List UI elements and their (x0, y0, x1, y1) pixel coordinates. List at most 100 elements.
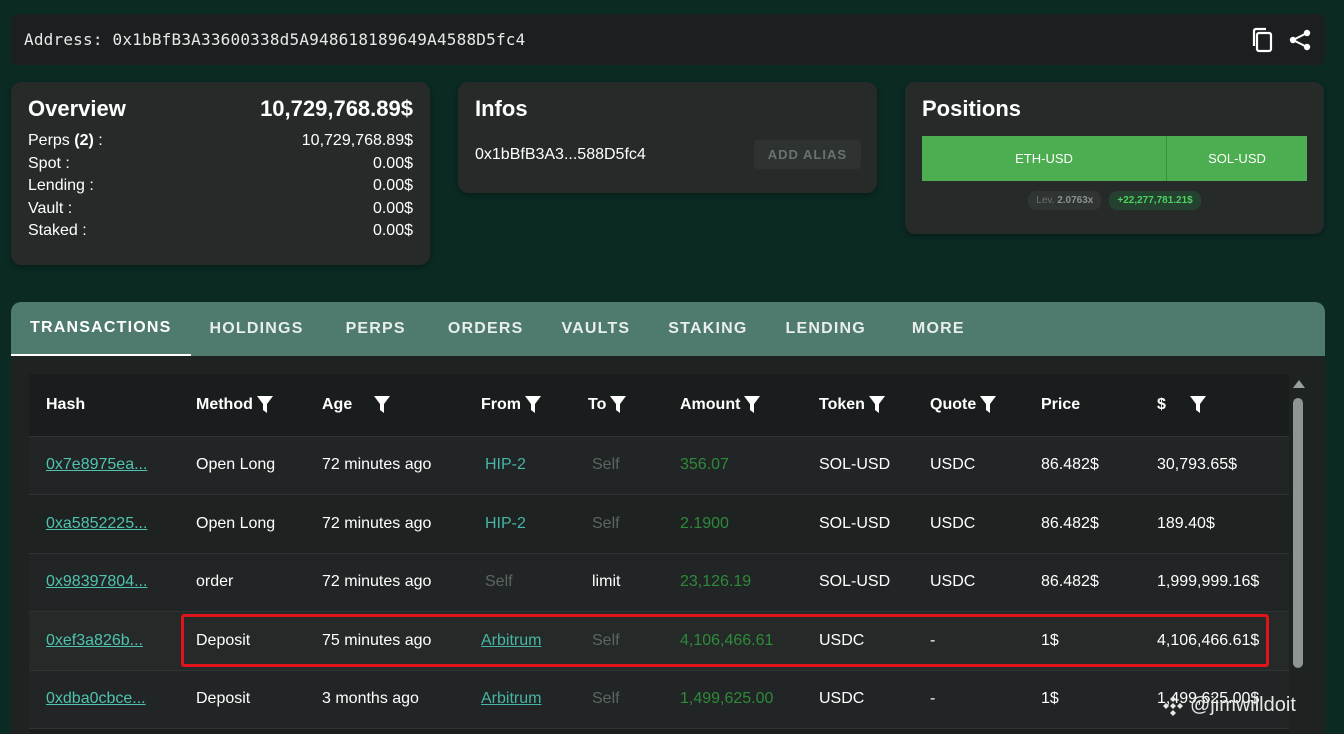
column-label: From (481, 395, 521, 413)
tx-token: USDC (819, 631, 865, 649)
tx-token: SOL-USD (819, 573, 891, 591)
tx-from[interactable]: HIP-2 (464, 436, 571, 495)
col-amount: Amount (663, 374, 802, 437)
tab-vaults[interactable]: VAULTS (542, 302, 649, 356)
overview-row-lending: Lending : 0.00$ (28, 175, 413, 198)
filter-icon[interactable] (868, 395, 885, 414)
tab-staking[interactable]: STAKING (649, 302, 766, 356)
tx-age: 3 months ago (322, 690, 419, 708)
tx-hash-link[interactable]: 0xef3a826b... (29, 612, 179, 671)
overview-total: 10,729,768.89$ (260, 96, 413, 121)
tx-price: 86.482$ (1041, 456, 1099, 474)
overview-row-label: Vault : (28, 199, 73, 217)
tx-price: 86.482$ (1041, 573, 1099, 591)
tx-method: Deposit (196, 631, 251, 649)
filter-icon[interactable] (610, 395, 627, 414)
overview-row-value: 0.00$ (372, 222, 413, 239)
copy-icon[interactable] (1250, 27, 1274, 53)
filter-icon[interactable] (525, 395, 541, 414)
position-segment-sol[interactable]: SOL-USD (1167, 136, 1307, 181)
table-row[interactable]: 0xa5852225... Open Long 72 minutes ago H… (29, 494, 1289, 554)
short-address: 0x1bBfB3A3...588D5fc4 (475, 145, 646, 163)
table-row[interactable]: 0xdba0cbce... Deposit 3 months ago Arbit… (29, 670, 1289, 729)
col-hash: Hash (29, 374, 179, 437)
tx-to: Self (592, 514, 620, 532)
tx-hash-link[interactable]: 0xdba0cbce... (29, 670, 179, 729)
overview-row-staked: Staked : 0.00$ (28, 220, 413, 243)
tx-method: Open Long (196, 456, 276, 474)
tx-quote: - (930, 690, 936, 708)
tx-to: limit (592, 573, 621, 591)
col-price: Price (1024, 374, 1140, 437)
tx-from[interactable]: Arbitrum (464, 670, 571, 729)
tx-hash-link[interactable]: 0x7e8975ea... (29, 436, 179, 495)
tab-orders[interactable]: ORDERS (427, 302, 543, 356)
column-label: Amount (680, 395, 741, 413)
overview-row-perps: Perps (2) : 10,729,768.89$ (28, 130, 413, 153)
overview-row-value: 0.00$ (372, 154, 413, 172)
col-token: Token (802, 374, 913, 437)
column-label: Method (196, 395, 253, 413)
column-label: Hash (46, 395, 86, 413)
tx-age: 75 minutes ago (322, 631, 432, 649)
tx-to: Self (592, 690, 620, 708)
tx-quote: USDC (930, 573, 976, 591)
add-alias-button[interactable]: ADD ALIAS (753, 140, 861, 169)
address-bar: Address: 0x1bBfB3A33600338d5A94861818964… (11, 14, 1325, 65)
tx-token: SOL-USD (819, 514, 891, 532)
tx-quote: USDC (930, 456, 976, 474)
overview-row-value: 0.00$ (372, 199, 413, 217)
tx-usd: 4,106,466.61$ (1157, 631, 1260, 649)
tx-usd: 189.40$ (1157, 514, 1215, 532)
table-row[interactable]: 0xef3a826b... Deposit 75 minutes ago Arb… (29, 611, 1289, 671)
tx-quote: - (930, 631, 936, 649)
tx-amount: 356.07 (680, 456, 729, 474)
table-scrollbar[interactable] (1291, 374, 1305, 734)
position-segment-eth[interactable]: ETH-USD (922, 136, 1167, 181)
tx-amount: 4,106,466.61 (680, 631, 774, 649)
overview-row-vault: Vault : 0.00$ (28, 198, 413, 221)
tab-lending[interactable]: LENDING (767, 302, 885, 356)
overview-row-value: 0.00$ (372, 177, 413, 194)
filter-icon[interactable] (1189, 395, 1206, 414)
address-label: Address: 0x1bBfB3A33600338d5A94861818964… (24, 30, 526, 49)
column-label: Quote (930, 395, 977, 413)
leverage-value: 2.0763x (1057, 195, 1094, 206)
infos-card: Infos 0x1bBfB3A3...588D5fc4 ADD ALIAS (458, 82, 877, 193)
tab-transactions[interactable]: TRANSACTIONS (11, 302, 191, 356)
perps-count: (2) (74, 132, 94, 149)
scroll-thumb[interactable] (1293, 398, 1303, 668)
overview-row-value: 10,729,768.89$ (301, 132, 413, 149)
positions-card: Positions ETH-USD SOL-USD Lev. 2.0763x +… (905, 82, 1324, 234)
tx-from[interactable]: HIP-2 (464, 495, 571, 554)
column-label: Token (819, 395, 865, 413)
tx-from[interactable]: Arbitrum (464, 612, 571, 671)
filter-icon[interactable] (256, 395, 273, 414)
share-icon[interactable] (1288, 28, 1312, 52)
tx-to: Self (592, 631, 620, 649)
col-usd: $ (1140, 374, 1289, 437)
tab-holdings[interactable]: HOLDINGS (191, 302, 325, 356)
filter-icon[interactable] (744, 395, 761, 414)
table-row[interactable]: 0x98397804... order 72 minutes ago Self … (29, 553, 1289, 612)
tx-token: SOL-USD (819, 456, 891, 474)
col-method: Method (179, 374, 305, 437)
column-label: $ (1157, 395, 1166, 413)
watermark-logo-icon (1163, 695, 1183, 716)
tx-hash-link[interactable]: 0xa5852225... (29, 495, 179, 554)
tx-price: 86.482$ (1041, 514, 1099, 532)
table-row[interactable]: 0x7e8975ea... Open Long 72 minutes ago H… (29, 436, 1289, 495)
filter-icon[interactable] (374, 395, 391, 414)
scroll-up-arrow-icon[interactable] (1293, 380, 1305, 388)
tx-amount: 1,499,625.00 (680, 690, 774, 708)
column-label: Price (1041, 395, 1081, 413)
tab-more[interactable]: MORE (885, 302, 984, 356)
leverage-label: Lev. (1036, 195, 1055, 206)
col-from: From (464, 374, 571, 437)
overview-row-suffix: : (93, 132, 103, 149)
tx-age: 72 minutes ago (322, 514, 432, 532)
filter-icon[interactable] (980, 395, 997, 414)
activity-panel: TRANSACTIONS HOLDINGS PERPS ORDERS VAULT… (11, 302, 1325, 734)
tx-hash-link[interactable]: 0x98397804... (29, 553, 179, 612)
tab-perps[interactable]: PERPS (325, 302, 427, 356)
